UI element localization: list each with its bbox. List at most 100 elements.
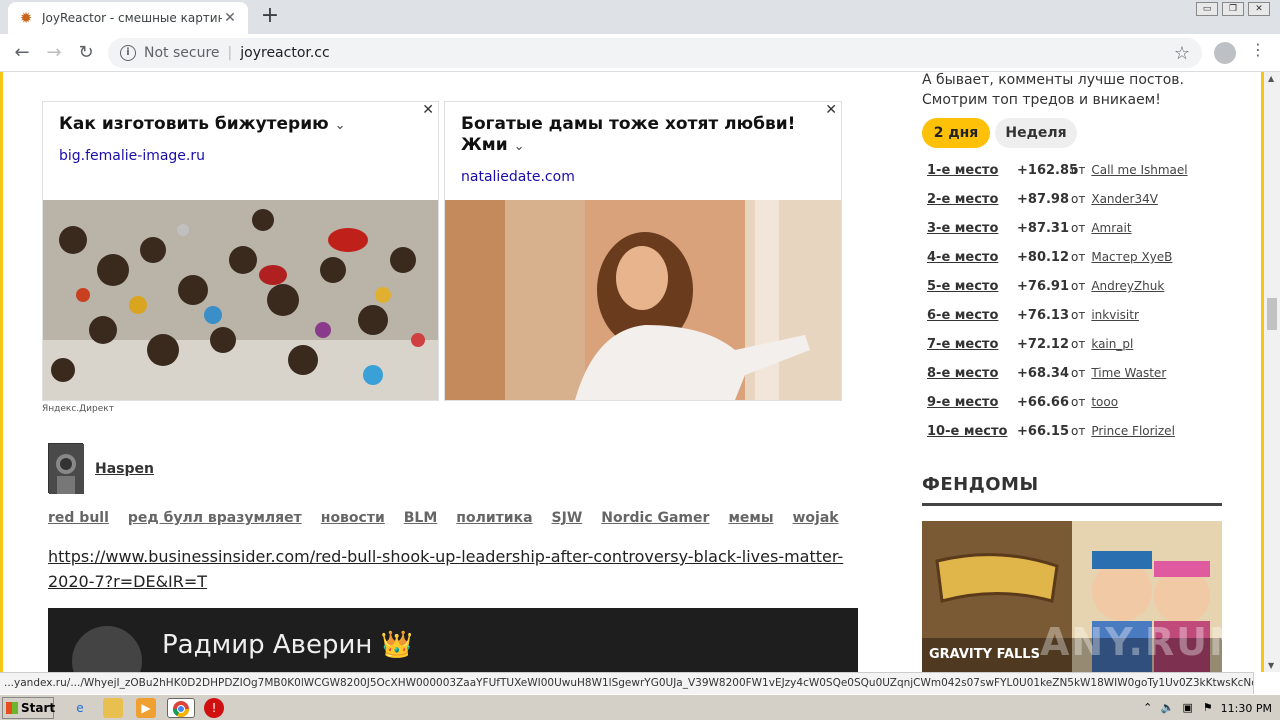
url-text[interactable]: joyreactor.cc [240,45,329,61]
ad-close-icon[interactable]: ✕ [825,102,837,118]
network-icon[interactable]: ▣ [1181,701,1195,715]
address-bar[interactable]: i Not secure | joyreactor.cc ☆ [108,38,1202,68]
bookmark-star-icon[interactable]: ☆ [1174,43,1190,64]
media-player-icon[interactable]: ▶ [136,698,156,718]
tag[interactable]: SJW [552,510,583,526]
ranking-row: 9-е место +66.66 от tooo [927,395,1118,415]
rank-place-link[interactable]: 9-е место [927,395,1017,410]
tag[interactable]: wojak [792,510,838,526]
tray-arrow-icon[interactable]: ⌃ [1141,701,1155,715]
tag[interactable]: Nordic Gamer [601,510,709,526]
tag[interactable]: ред булл вразумляет [128,510,302,526]
tag[interactable]: политика [456,510,532,526]
tab-2-days[interactable]: 2 дня [922,118,990,148]
ad-url[interactable]: nataliedate.com [461,169,575,185]
clock[interactable]: 11:30 PM [1221,702,1272,715]
info-icon[interactable]: i [120,45,136,61]
ranking-row: 10-е место +66.15 от Prince Florizel [927,424,1175,444]
rank-place-link[interactable]: 7-е место [927,337,1017,352]
rank-from: от [1071,337,1086,351]
rank-score: +66.66 [1017,395,1070,410]
fandoms-divider [922,503,1222,506]
rank-place-link[interactable]: 6-е место [927,308,1017,323]
ad-title[interactable]: Как изготовить бижутерию ⌄ [59,114,398,136]
chevron-down-icon[interactable]: ⌄ [514,139,525,154]
flag-icon[interactable]: ⚑ [1201,701,1215,715]
rank-score: +72.12 [1017,337,1070,352]
kebab-menu-icon[interactable]: ⋮ [1250,40,1266,59]
tab-close-icon[interactable]: ✕ [222,10,238,26]
yandex-direct-label[interactable]: Яндекс.Директ [42,404,114,414]
ad-url[interactable]: big.femalie-image.ru [59,148,205,164]
rank-place-link[interactable]: 1-е место [927,163,1017,178]
rank-from: от [1071,308,1086,322]
rank-user-link[interactable]: Prince Florizel [1091,424,1175,438]
rank-place-link[interactable]: 5-е место [927,279,1017,294]
rank-user-link[interactable]: Amrait [1091,221,1131,235]
rank-user-link[interactable]: Xander34V [1091,192,1158,206]
rank-user-link[interactable]: AndreyZhuk [1091,279,1164,293]
ranking-row: 3-е место +87.31 от Amrait [927,221,1132,241]
chrome-icon[interactable] [167,698,195,718]
author-avatar[interactable] [48,443,84,494]
close-window-button[interactable]: ✕ [1248,2,1270,16]
ad-card-dating[interactable]: Богатые дамы тоже хотят любви! Жми ⌄ nata… [444,101,842,401]
volume-icon[interactable]: 🔈 [1161,701,1175,715]
page-frame-left [0,72,3,672]
rank-score: +162.85 [1017,163,1079,178]
tab-week[interactable]: Неделя [995,118,1077,148]
address-separator: | [227,45,233,61]
chevron-down-icon[interactable]: ⌄ [335,118,346,133]
page-viewport: Как изготовить бижутерию ⌄ big.femalie-im… [0,72,1280,672]
ad-title[interactable]: Богатые дамы тоже хотят любви! Жми ⌄ [461,114,801,157]
scroll-down-icon[interactable]: ▼ [1268,661,1274,670]
rank-score: +87.98 [1017,192,1070,207]
post-embedded-image[interactable]: Радмир Аверин 👑 [48,608,858,672]
joyreactor-favicon-icon: ✹ [19,9,33,27]
tag[interactable]: BLM [404,510,438,526]
rank-user-link[interactable]: inkvisitr [1091,308,1139,322]
author-name[interactable]: Haspen [95,461,154,477]
start-button[interactable]: Start [2,697,55,719]
ad-image-beads[interactable] [43,200,438,400]
minimize-button[interactable]: ▭ [1196,2,1218,16]
post-external-link[interactable]: https://www.businessinsider.com/red-bull… [48,544,858,594]
browser-tab[interactable]: ✹ JoyReactor - смешные картинки и ✕ [8,2,248,34]
new-tab-button[interactable]: + [258,4,282,28]
ad-image-woman[interactable] [445,200,841,400]
page-scrollbar[interactable]: ▲ ▼ [1264,72,1280,672]
rank-place-link[interactable]: 10-е место [927,424,1017,439]
back-arrow-icon[interactable]: ← [10,41,34,65]
rank-user-link[interactable]: Time Waster [1091,366,1166,380]
tag[interactable]: новости [321,510,385,526]
intro-line-2: Смотрим топ тредов и вникаем! [922,92,1161,108]
tag[interactable]: red bull [48,510,109,526]
rank-place-link[interactable]: 8-е место [927,366,1017,381]
window-controls: ▭ ❐ ✕ [1196,2,1270,16]
stop-icon[interactable]: ! [204,698,224,718]
rank-user-link[interactable]: Мастер ХуеВ [1091,250,1172,264]
rank-place-link[interactable]: 3-е место [927,221,1017,236]
ad-card-jewelry[interactable]: Как изготовить бижутерию ⌄ big.femalie-im… [42,101,439,401]
scroll-up-icon[interactable]: ▲ [1268,74,1274,83]
ie-icon[interactable]: e [70,698,90,718]
ad-close-icon[interactable]: ✕ [422,102,434,118]
restore-button[interactable]: ❐ [1222,2,1244,16]
not-secure-label: Not secure [144,45,220,61]
ranking-row: 2-е место +87.98 от Xander34V [927,192,1158,212]
rank-place-link[interactable]: 2-е место [927,192,1017,207]
fandom-label[interactable]: GRAVITY FALLS [929,647,1040,662]
profile-avatar-icon[interactable] [1214,42,1236,64]
reload-icon[interactable]: ↻ [74,41,98,65]
forward-arrow-icon[interactable]: → [42,41,66,65]
explorer-folder-icon[interactable] [103,698,123,718]
scrollbar-thumb[interactable] [1267,298,1277,330]
system-tray: ⌃ 🔈 ▣ ⚑ 11:30 PM [1133,697,1280,719]
top-comments-intro: А бывает, комменты лучше постов. Смотрим… [922,72,1184,110]
rank-user-link[interactable]: kain_pl [1091,337,1133,351]
rank-place-link[interactable]: 4-е место [927,250,1017,265]
rank-user-link[interactable]: Call me Ishmael [1091,163,1187,177]
rank-user-link[interactable]: tooo [1091,395,1118,409]
intro-line-1: А бывает, комменты лучше постов. [922,72,1185,88]
tag[interactable]: мемы [728,510,773,526]
